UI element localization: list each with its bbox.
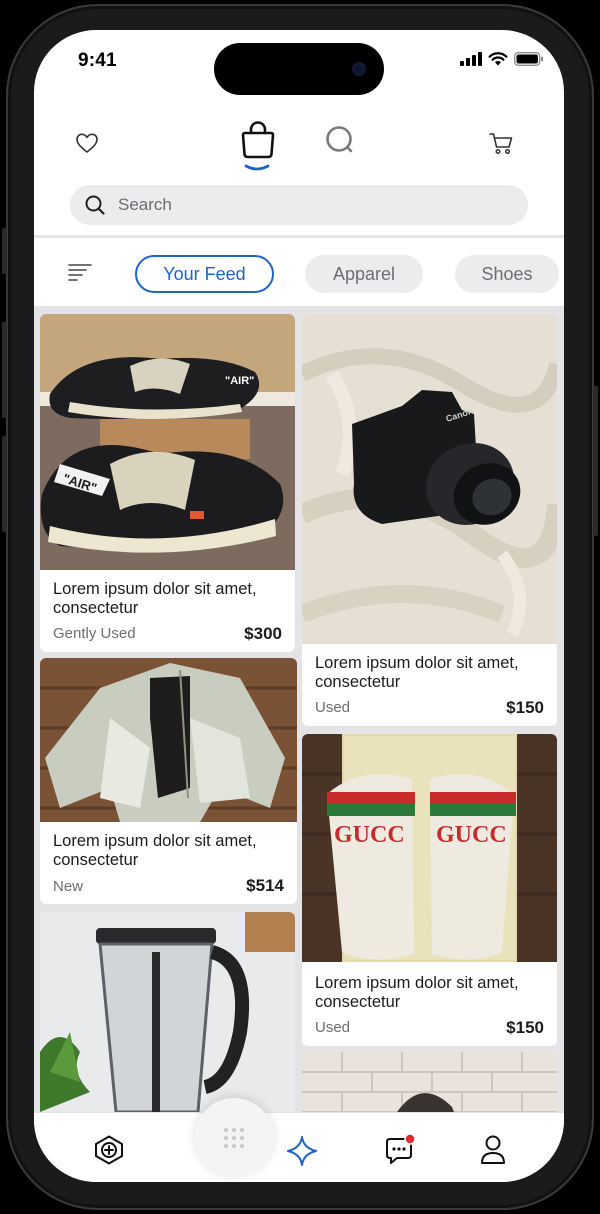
chip-your-feed[interactable]: Your Feed <box>135 255 274 293</box>
product-condition: Used <box>315 1019 351 1036</box>
filter-row: Your Feed Apparel Shoes <box>34 238 564 306</box>
product-image-sneakers: "AIR" "AIR" <box>40 314 295 570</box>
search-bar[interactable] <box>70 185 528 225</box>
shop-tab[interactable] <box>237 118 279 162</box>
power-button <box>593 386 598 536</box>
app-screen: 9:41 Search Your Feed Apparel Shoes "AIR… <box>34 30 564 1182</box>
product-price: $300 <box>244 624 282 643</box>
dynamic-island <box>214 43 384 95</box>
product-image-jacket <box>40 658 297 822</box>
product-card[interactable]: "AIR" "AIR" Lorem ipsum dolor sit amet, … <box>40 314 295 652</box>
circle-search-icon <box>326 126 353 153</box>
product-image-brick-wall-item <box>302 1052 557 1112</box>
product-card[interactable]: Canon Lorem ipsum dolor sit amet, consec… <box>302 314 557 726</box>
discover-tab-bottom[interactable] <box>284 1133 320 1169</box>
svg-text:GUCC: GUCC <box>334 822 405 848</box>
product-condition: New <box>53 878 84 895</box>
messages-tab[interactable] <box>382 1133 418 1169</box>
shopping-bag-icon <box>241 121 275 159</box>
front-camera <box>352 62 366 76</box>
chip-shoes[interactable]: Shoes <box>455 255 559 293</box>
product-condition: Used <box>315 699 351 716</box>
volume-down-button <box>2 436 7 532</box>
wifi-icon <box>488 52 508 66</box>
add-listing-icon <box>95 1135 123 1165</box>
signal-icon <box>460 52 482 66</box>
profile-icon <box>481 1135 505 1164</box>
product-card[interactable] <box>40 912 295 1112</box>
favorites-button[interactable] <box>72 128 102 158</box>
product-price: $150 <box>506 698 544 717</box>
product-image-blender <box>40 912 295 1112</box>
svg-text:GUCC: GUCC <box>436 822 507 848</box>
cart-button[interactable] <box>486 128 516 158</box>
search-icon <box>85 195 105 215</box>
product-title: Lorem ipsum dolor sit amet, consectetur <box>53 580 257 617</box>
product-price: $150 <box>506 1018 544 1037</box>
messages-icon <box>386 1134 416 1164</box>
profile-tab[interactable] <box>476 1133 510 1167</box>
status-icons <box>460 52 544 66</box>
active-tab-indicator <box>244 164 270 171</box>
sort-filter-button[interactable] <box>68 262 92 287</box>
product-condition: Gently Used <box>53 625 136 642</box>
filter-lines-icon <box>68 264 92 281</box>
status-bar: 9:41 <box>34 30 564 95</box>
grid-dots-icon <box>224 1128 244 1148</box>
search-input[interactable] <box>118 195 498 215</box>
top-nav <box>34 118 564 176</box>
heart-icon <box>76 133 98 153</box>
sparkle-icon <box>287 1136 317 1166</box>
product-card[interactable] <box>302 1052 557 1112</box>
discover-tab[interactable] <box>323 123 357 157</box>
status-time: 9:41 <box>78 50 117 71</box>
product-image-slides: GUCC GUCC <box>302 734 557 962</box>
svg-text:"AIR": "AIR" <box>225 375 254 387</box>
product-title: Lorem ipsum dolor sit amet, consectetur <box>315 654 519 691</box>
product-image-camera: Canon <box>302 314 557 644</box>
product-card[interactable]: Lorem ipsum dolor sit amet, consectetur … <box>40 658 297 904</box>
menu-grid-button[interactable] <box>194 1098 274 1178</box>
volume-up-button <box>2 322 7 418</box>
chip-apparel[interactable]: Apparel <box>305 255 423 293</box>
cart-icon <box>489 133 513 155</box>
product-feed: "AIR" "AIR" Lorem ipsum dolor sit amet, … <box>34 306 564 1112</box>
mute-switch <box>2 228 7 274</box>
product-price: $514 <box>246 876 284 895</box>
sell-tab[interactable] <box>92 1133 126 1167</box>
product-title: Lorem ipsum dolor sit amet, consectetur <box>315 974 519 1011</box>
battery-icon <box>514 52 543 66</box>
product-card[interactable]: GUCC GUCC Lorem ipsum dolor sit amet, co… <box>302 734 557 1046</box>
bottom-tab-bar <box>34 1112 564 1182</box>
product-title: Lorem ipsum dolor sit amet, consectetur <box>53 832 257 869</box>
